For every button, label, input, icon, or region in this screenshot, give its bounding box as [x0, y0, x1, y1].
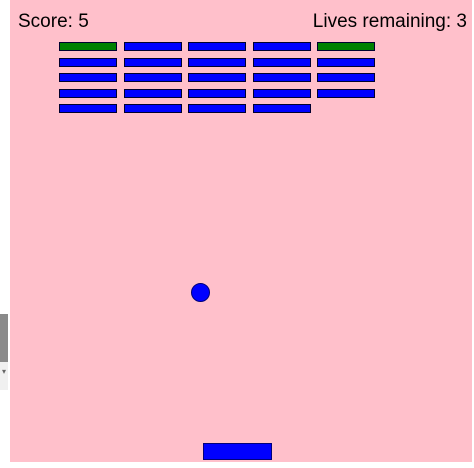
brick: [253, 58, 311, 67]
lives-display: Lives remaining: 3: [312, 11, 467, 32]
brick: [188, 58, 246, 67]
score-display: Score: 5: [18, 11, 89, 32]
brick: [253, 104, 311, 113]
brick: [188, 42, 246, 51]
brick: [59, 73, 117, 82]
ball: [191, 283, 210, 302]
brick: [59, 104, 117, 113]
brick: [317, 42, 375, 51]
brick: [124, 89, 182, 98]
paddle[interactable]: [203, 443, 272, 460]
brick: [317, 58, 375, 67]
game-canvas[interactable]: Score: 5 Lives remaining: 3: [10, 0, 472, 462]
brick: [124, 73, 182, 82]
game-page: ▾ Score: 5 Lives remaining: 3: [0, 0, 474, 468]
brick: [317, 73, 375, 82]
brick: [124, 42, 182, 51]
brick: [317, 89, 375, 98]
brick: [188, 73, 246, 82]
brick: [124, 104, 182, 113]
brick: [253, 73, 311, 82]
brick: [124, 58, 182, 67]
brick: [59, 89, 117, 98]
brick: [188, 104, 246, 113]
brick: [188, 89, 246, 98]
brick: [253, 89, 311, 98]
page-bottom-gap: [10, 462, 472, 468]
brick: [59, 42, 117, 51]
brick: [59, 58, 117, 67]
brick: [253, 42, 311, 51]
vertical-scrollbar-thumb[interactable]: [0, 314, 8, 362]
scroll-down-arrow-icon[interactable]: ▾: [0, 366, 8, 378]
